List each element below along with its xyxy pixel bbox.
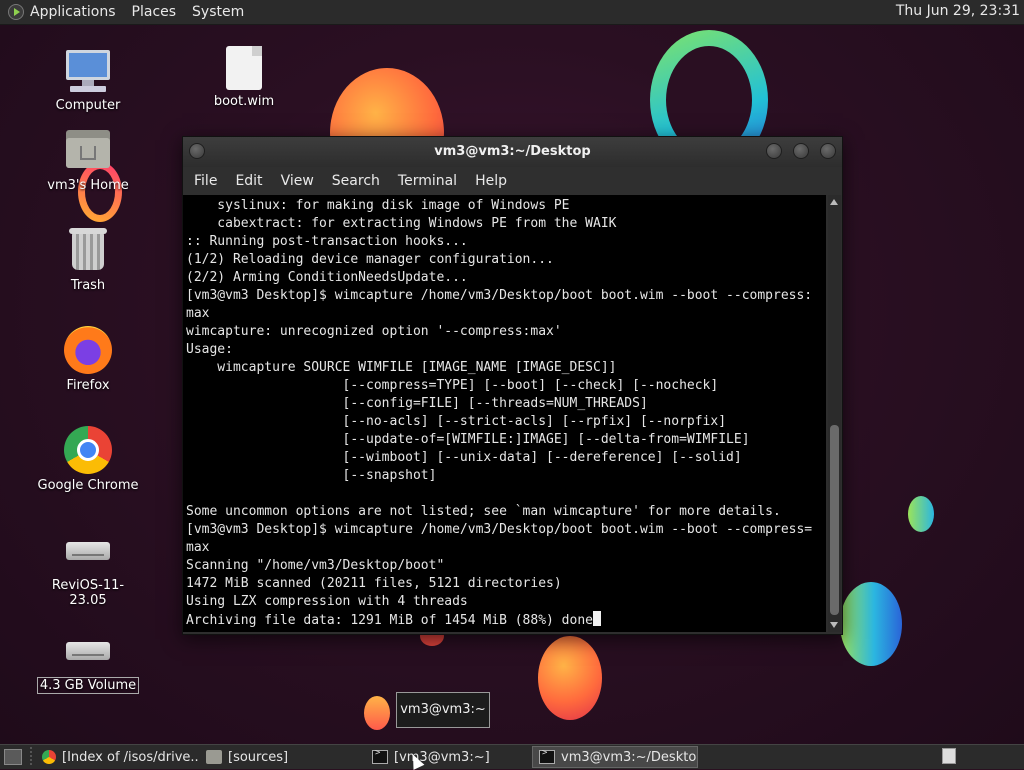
- terminal-line: 1472 MiB scanned (20211 files, 5121 dire…: [186, 576, 562, 591]
- terminal-line: :: Running post-transaction hooks...: [186, 234, 468, 249]
- drive-icon: [64, 626, 112, 674]
- menu-terminal[interactable]: Terminal: [398, 173, 457, 189]
- folder-icon: [206, 750, 222, 764]
- scroll-down-icon[interactable]: [830, 622, 838, 628]
- desktop-icon-label: vm3's Home: [47, 178, 129, 193]
- trash-icon: [64, 226, 112, 274]
- taskbar-item-terminal-home[interactable]: [vm3@vm3:~]: [366, 746, 532, 768]
- menu-file[interactable]: File: [194, 173, 217, 189]
- computer-icon: [64, 46, 112, 94]
- desktop-icon-computer[interactable]: Computer: [33, 46, 143, 113]
- wallpaper-blob: [840, 582, 902, 666]
- panel-separator: [30, 747, 32, 767]
- desktop-icon-volume[interactable]: 4.3 GB Volume: [33, 626, 143, 694]
- terminal-line: Using LZX compression with 4 threads: [186, 594, 468, 609]
- desktop-icon-revios[interactable]: ReviOS-11-23.05: [33, 526, 143, 608]
- terminal-line: Usage:: [186, 342, 233, 357]
- terminal-line: [--snapshot]: [186, 468, 437, 483]
- scroll-up-icon[interactable]: [830, 199, 838, 205]
- desktop-icon-chrome[interactable]: Google Chrome: [33, 426, 143, 493]
- window-titlebar[interactable]: vm3@vm3:~/Desktop: [183, 137, 842, 167]
- taskbar-item-sources[interactable]: [sources]: [200, 746, 366, 768]
- chrome-icon: [42, 750, 56, 764]
- menu-applications[interactable]: Applications: [30, 4, 116, 20]
- terminal-line: [--compress=TYPE] [--boot] [--check] [--…: [186, 378, 719, 393]
- terminal-line: max: [186, 540, 210, 555]
- top-panel: Applications Places System Thu Jun 29, 2…: [0, 0, 1024, 25]
- desktop-icon-label: Firefox: [66, 378, 110, 393]
- taskbar-item-label: [sources]: [228, 749, 289, 765]
- desktop-icon-boot-wim[interactable]: boot.wim: [189, 46, 299, 109]
- taskbar-item-terminal-desktop[interactable]: vm3@vm3:~/Desktop: [532, 746, 698, 768]
- terminal-line: (1/2) Reloading device manager configura…: [186, 252, 554, 267]
- terminal-window[interactable]: vm3@vm3:~/Desktop File Edit View Search …: [182, 136, 843, 635]
- terminal-icon: [372, 748, 388, 764]
- terminal-menubar: File Edit View Search Terminal Help: [183, 167, 842, 195]
- bottom-panel: [Index of /isos/drive... [sources] [vm3@…: [0, 744, 1024, 769]
- terminal-line: [vm3@vm3 Desktop]$ wimcapture /home/vm3/…: [186, 288, 813, 303]
- taskbar-item-label: [Index of /isos/drive...: [62, 749, 200, 765]
- terminal-icon: [539, 748, 555, 764]
- terminal-line: Archiving file data: 1291 MiB of 1454 Mi…: [186, 613, 593, 628]
- scrollbar-thumb[interactable]: [830, 425, 839, 615]
- taskbar-item-label: vm3@vm3:~/Desktop: [561, 749, 698, 765]
- terminal-line: [vm3@vm3 Desktop]$ wimcapture /home/vm3/…: [186, 522, 813, 537]
- terminal-line: [--wimboot] [--unix-data] [--dereference…: [186, 450, 742, 465]
- terminal-line: syslinux: for making disk image of Windo…: [186, 198, 570, 213]
- terminal-line: Scanning "/home/vm3/Desktop/boot": [186, 558, 445, 573]
- workspace-switcher-icon[interactable]: [942, 748, 956, 764]
- desktop-icon-label: Google Chrome: [37, 478, 139, 493]
- desktop-icon-label: Computer: [55, 98, 121, 113]
- chrome-icon: [64, 426, 112, 474]
- menu-help[interactable]: Help: [475, 173, 507, 189]
- terminal-line: [--update-of=[WIMFILE:]IMAGE] [--delta-f…: [186, 432, 750, 447]
- window-title: vm3@vm3:~/Desktop: [434, 144, 591, 159]
- terminal-line: [--config=FILE] [--threads=NUM_THREADS]: [186, 396, 648, 411]
- terminal-line: Some uncommon options are not listed; se…: [186, 504, 781, 519]
- drive-icon: [64, 526, 112, 574]
- window-menu-icon[interactable]: [189, 143, 205, 159]
- distro-logo-icon[interactable]: [8, 4, 24, 20]
- terminal-line: wimcapture SOURCE WIMFILE [IMAGE_NAME [I…: [186, 360, 617, 375]
- wallpaper-blob: [908, 496, 934, 532]
- terminal-line: max: [186, 306, 210, 321]
- wallpaper-blob: [538, 636, 602, 720]
- menu-search[interactable]: Search: [332, 173, 380, 189]
- taskbar-tooltip: vm3@vm3:~: [396, 692, 490, 728]
- file-icon: [226, 46, 262, 90]
- firefox-icon: [64, 326, 112, 374]
- terminal-cursor: [593, 611, 601, 626]
- terminal-line: (2/2) Arming ConditionNeedsUpdate...: [186, 270, 468, 285]
- desktop-icon-label: boot.wim: [213, 94, 275, 109]
- desktop-icon-label: 4.3 GB Volume: [36, 677, 140, 694]
- desktop-icon-label: ReviOS-11-23.05: [51, 578, 125, 608]
- terminal-line: wimcapture: unrecognized option '--compr…: [186, 324, 562, 339]
- home-folder-icon: [64, 126, 112, 174]
- minimize-icon[interactable]: [766, 143, 782, 159]
- close-icon[interactable]: [820, 143, 836, 159]
- menu-view[interactable]: View: [281, 173, 314, 189]
- desktop-icon-home[interactable]: vm3's Home: [33, 126, 143, 193]
- desktop-icon-label: Trash: [70, 278, 106, 293]
- wallpaper-blob: [364, 696, 390, 730]
- show-desktop-icon[interactable]: [4, 749, 22, 765]
- taskbar-item-chrome[interactable]: [Index of /isos/drive...: [36, 746, 200, 768]
- terminal-line: [--no-acls] [--strict-acls] [--rpfix] [-…: [186, 414, 727, 429]
- terminal-output[interactable]: syslinux: for making disk image of Windo…: [183, 195, 826, 632]
- menu-places[interactable]: Places: [132, 4, 177, 20]
- menu-system[interactable]: System: [192, 4, 244, 20]
- maximize-icon[interactable]: [793, 143, 809, 159]
- desktop-icon-firefox[interactable]: Firefox: [33, 326, 143, 393]
- clock[interactable]: Thu Jun 29, 23:31: [896, 3, 1020, 19]
- terminal-line: cabextract: for extracting Windows PE fr…: [186, 216, 617, 231]
- terminal-scrollbar[interactable]: [828, 195, 841, 632]
- menu-edit[interactable]: Edit: [235, 173, 262, 189]
- desktop-icon-trash[interactable]: Trash: [33, 226, 143, 293]
